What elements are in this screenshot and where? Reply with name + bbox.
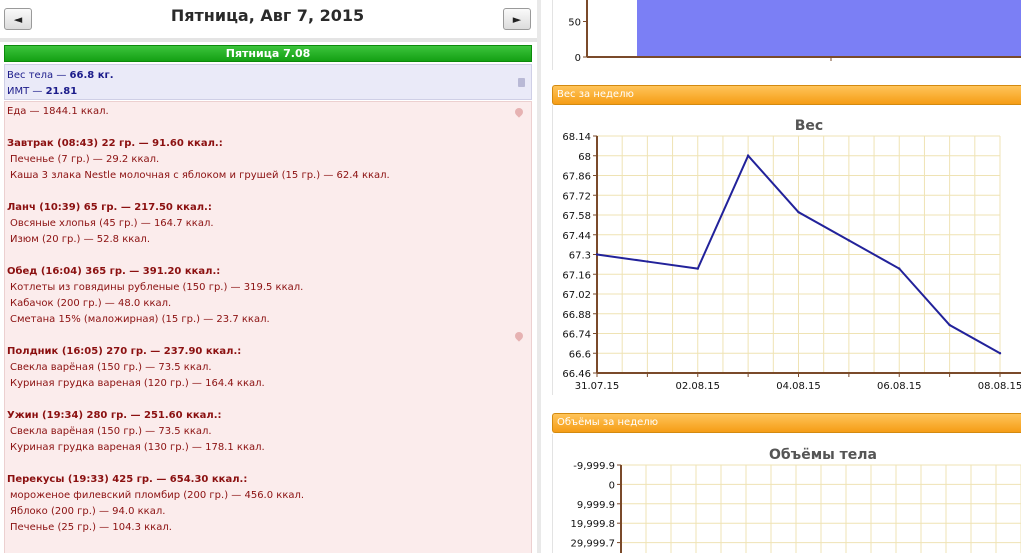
meal-item[interactable]: Свекла варёная (150 гр.) — 73.5 ккал. (7, 360, 531, 376)
meal-item[interactable]: мороженое филевский пломбир (200 гр.) — … (7, 488, 531, 504)
meal-spacer (7, 328, 531, 344)
day-bar[interactable]: Пятница 7.08 (4, 45, 532, 62)
top-chart: 100500 (568, 0, 1021, 64)
x-tick-label: 06.08.15 (877, 381, 922, 392)
meal-item[interactable]: Свекла варёная (150 гр.) — 73.5 ккал. (7, 424, 531, 440)
y-tick-label: 66.74 (562, 330, 591, 341)
volumes-panel-title: Объёмы за неделю (557, 417, 659, 428)
y-tick-label: 67.58 (562, 211, 591, 222)
meal-item[interactable]: Овсяные хлопья (45 гр.) — 164.7 ккал. (7, 216, 531, 232)
meal-item[interactable]: Печенье (7 гр.) — 29.2 ккал. (7, 152, 531, 168)
data-point (898, 267, 901, 270)
x-tick-label: 02.08.15 (675, 381, 720, 392)
next-day-button[interactable]: ► (503, 8, 531, 30)
weight-panel-header[interactable]: Вес за неделю (552, 85, 1021, 105)
meal-item[interactable]: Изюм (20 гр.) — 52.8 ккал. (7, 232, 531, 248)
y-tick-label: 67.86 (562, 172, 591, 183)
page-title: Пятница, Авг 7, 2015 (170, 6, 365, 25)
data-point (746, 154, 750, 157)
volumes-chart-panel: Объёмы тела -9,999.9 0 9,999.9 19,999.8 29,99… (552, 434, 1021, 553)
meal-item[interactable]: Кабачок (200 гр.) — 48.0 ккал. (7, 296, 531, 312)
divider (0, 38, 537, 42)
meal-item[interactable]: Сметана 15% (маложирная) (15 гр.) — 23.7… (7, 312, 531, 328)
meal-spacer (7, 392, 531, 408)
y-tick-label: 67.16 (562, 270, 591, 281)
body-metrics-box[interactable]: Вес тела — 66.8 кг. ИМТ — 21.81 (4, 64, 532, 100)
weight-chart-panel: Вес 68.14 68 67.86 67.72 67.58 67.44 67.3 67.16 6… (552, 105, 1021, 395)
meal-header[interactable]: Перекусы (19:33) 425 гр. — 654.30 ккал.: (7, 472, 531, 488)
data-point (847, 239, 851, 242)
meal-item[interactable]: Куриная грудка вареная (130 гр.) — 178.1… (7, 440, 531, 456)
bmi-label: ИМТ — (7, 86, 46, 97)
weight-line: Вес тела — 66.8 кг. (7, 68, 531, 84)
food-total: Еда — 1844.1 ккал. (7, 106, 109, 117)
y-tick-label: 0 (609, 480, 615, 491)
y-tick-label: 19,999.8 (570, 519, 615, 530)
prev-day-button[interactable]: ◄ (4, 8, 32, 30)
y-tick-label: 68.14 (562, 132, 591, 143)
arrow-right-icon: ► (512, 12, 522, 26)
meal-item[interactable]: Печенье (25 гр.) — 104.3 ккал. (7, 520, 531, 536)
weight-label: Вес тела — (7, 70, 70, 81)
meal-header[interactable]: Обед (16:04) 365 гр. — 391.20 ккал.: (7, 264, 531, 280)
y-tick-label: 67.3 (569, 251, 591, 262)
y-tick-label: -9,999.9 (573, 461, 615, 472)
weight-chart: Вес 68.14 68 67.86 67.72 67.58 67.44 67.3 67.16 6… (562, 118, 1021, 392)
charts-column: 100500 Вес за неделю Вес68.146867.8667.7… (548, 0, 1021, 553)
meal-spacer (7, 456, 531, 472)
data-point (948, 323, 951, 327)
meal-item[interactable]: Яблоко (200 гр.) — 94.0 ккал. (7, 504, 531, 520)
data-point (595, 253, 599, 256)
meal-list: Завтрак (08:43) 22 гр. — 91.60 ккал.: Печ… (7, 120, 531, 536)
bmi-value: 21.81 (45, 86, 78, 97)
meal-spacer (7, 248, 531, 264)
scrollbar[interactable] (537, 0, 541, 553)
volumes-chart: Объёмы тела -9,999.9 0 9,999.9 19,999.8 29,99… (570, 447, 1021, 553)
data-point (696, 267, 699, 270)
bar (637, 0, 1021, 57)
meal-header[interactable]: Полдник (16:05) 270 гр. — 237.90 ккал.: (7, 344, 531, 360)
data-point (998, 352, 1002, 355)
y-tick-label: 67.02 (562, 290, 591, 301)
y-tick-label: 0 (575, 53, 581, 64)
meal-header[interactable]: Завтрак (08:43) 22 гр. — 91.60 ккал.: (7, 136, 531, 152)
y-tick-label: 67.44 (562, 231, 591, 242)
y-tick-label: 50 (568, 18, 581, 29)
arrow-left-icon: ◄ (13, 12, 23, 26)
data-point (797, 210, 800, 214)
volumes-panel-header[interactable]: Объёмы за неделю (552, 413, 1021, 433)
x-tick-label: 31.07.15 (575, 381, 620, 392)
meal-header[interactable]: Ужин (19:34) 280 гр. — 251.60 ккал.: (7, 408, 531, 424)
y-tick-label: 68 (578, 152, 591, 163)
meal-spacer (7, 120, 531, 136)
x-tick-label: 04.08.15 (776, 381, 821, 392)
bmi-line: ИМТ — 21.81 (7, 84, 531, 100)
data-point (646, 260, 649, 263)
chart-title: Объёмы тела (769, 447, 877, 463)
food-log[interactable]: Еда — 1844.1 ккал. Завтрак (08:43) 22 гр… (4, 101, 532, 553)
trash-icon[interactable] (518, 78, 525, 87)
top-chart-panel: 100500 (552, 0, 1021, 70)
meal-item[interactable]: Каша 3 злака Nestle молочная с яблоком и… (7, 168, 531, 184)
y-tick-label: 66.46 (562, 369, 591, 380)
meal-item[interactable]: Куриная грудка вареная (120 гр.) — 164.4… (7, 376, 531, 392)
x-tick-label: 08.08.15 (978, 381, 1021, 392)
day-view: ◄ Пятница, Авг 7, 2015 ► Пятница 7.08 Ве… (0, 0, 537, 553)
y-tick-label: 66.6 (569, 349, 591, 360)
weight-panel-title: Вес за неделю (557, 89, 634, 100)
chart-title: Вес (795, 118, 823, 134)
weight-value: 66.8 кг. (69, 70, 114, 81)
y-tick-label: 66.88 (562, 310, 591, 321)
y-tick-label: 9,999.9 (577, 500, 615, 511)
meal-header[interactable]: Ланч (10:39) 65 гр. — 217.50 ккал.: (7, 200, 531, 216)
meal-spacer (7, 184, 531, 200)
y-tick-label: 67.72 (562, 191, 591, 202)
y-tick-label: 29,999.7 (570, 539, 615, 550)
meal-item[interactable]: Котлеты из говядины рубленые (150 гр.) —… (7, 280, 531, 296)
